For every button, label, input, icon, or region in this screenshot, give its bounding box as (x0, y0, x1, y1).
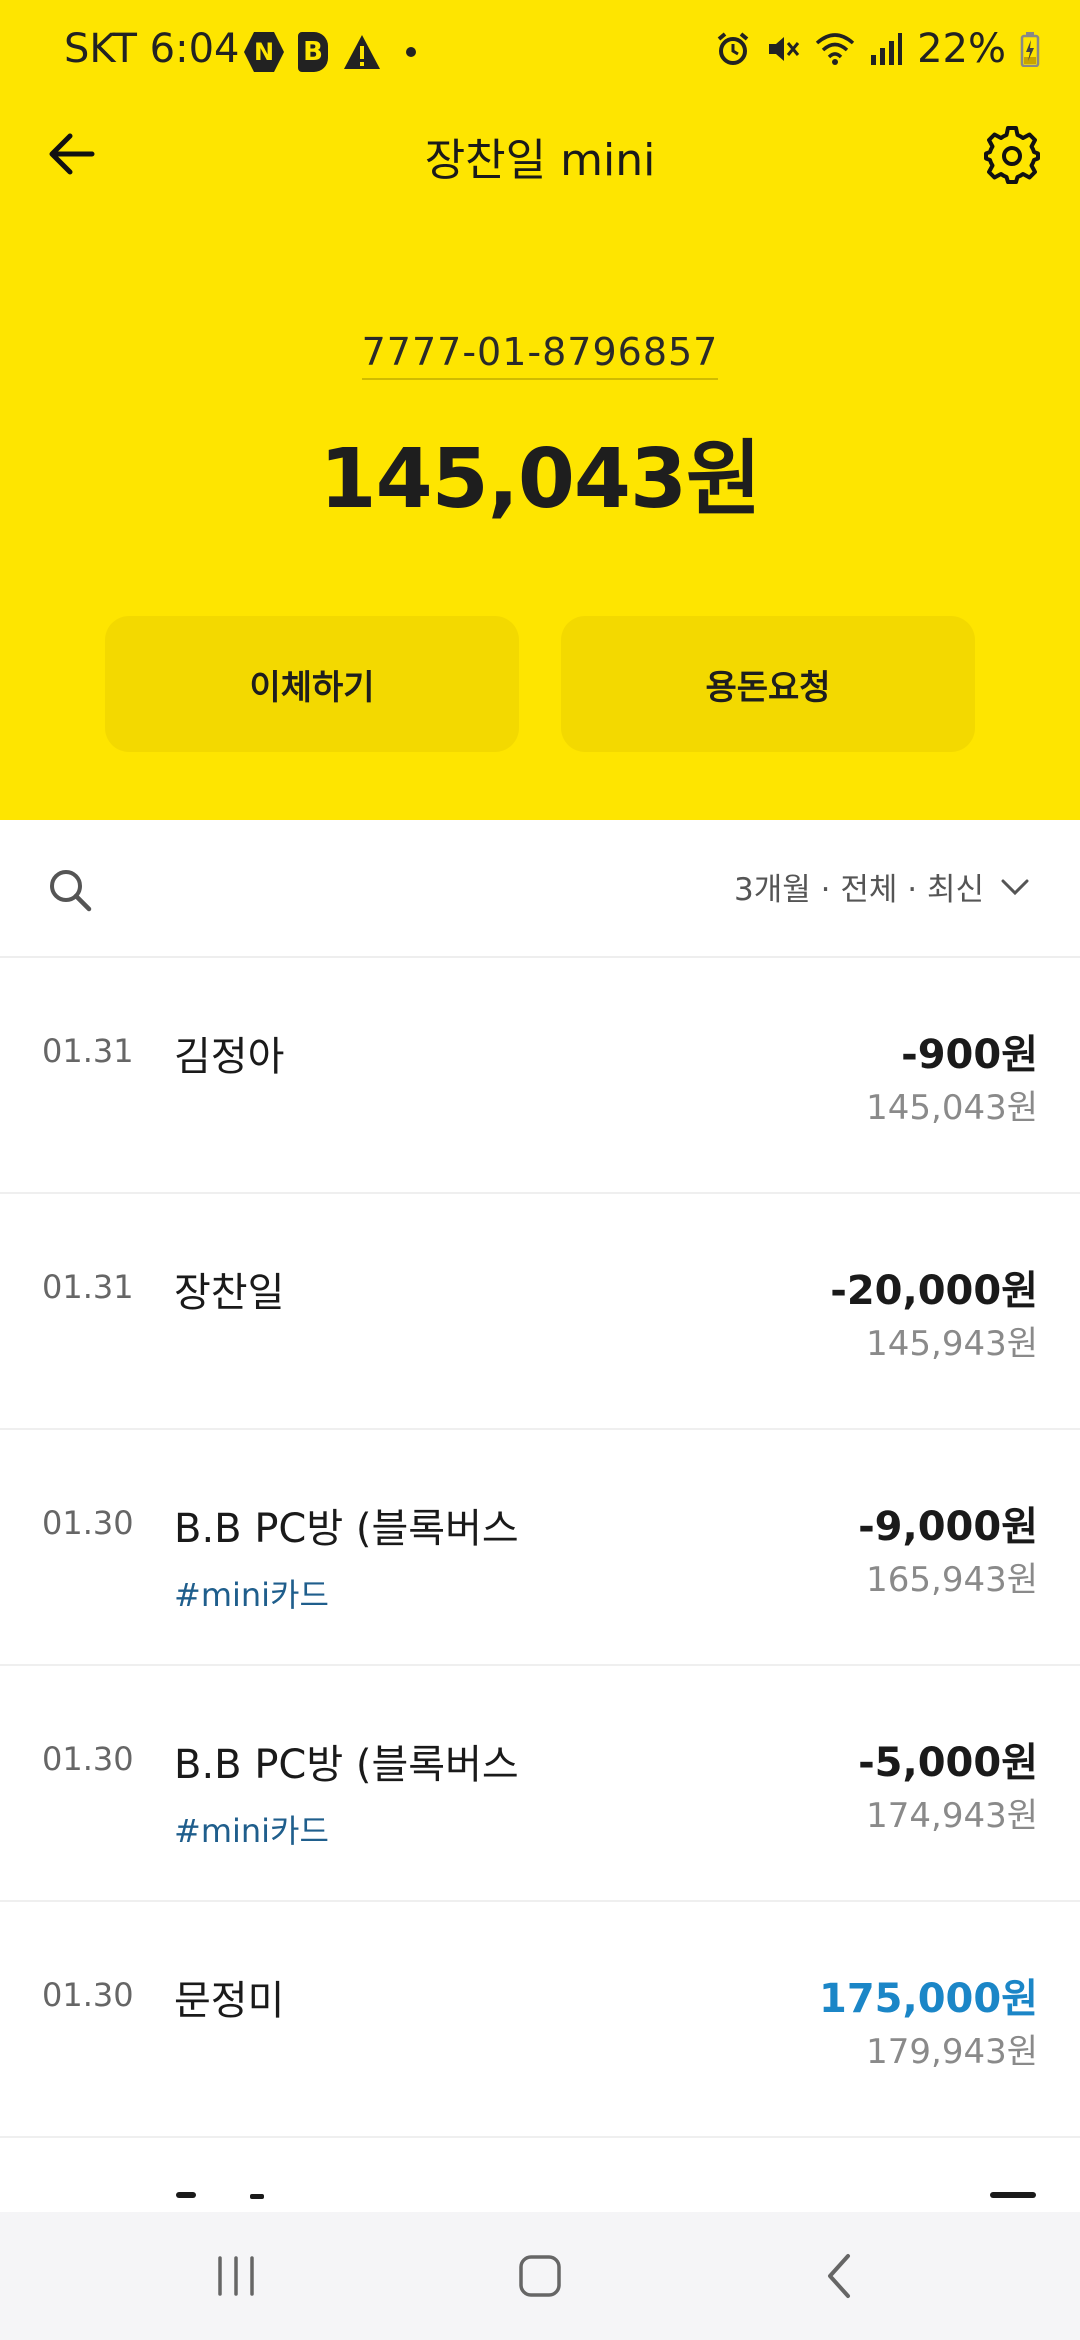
filter-dropdown[interactable]: 3개월 · 전체 · 최신 (734, 864, 1030, 909)
transaction-date: 01.31 (42, 1032, 134, 1070)
transaction-amount: 175,000원 (819, 1976, 1038, 2022)
transaction-amount: -9,000원 (858, 1504, 1038, 1550)
alarm-icon (717, 32, 749, 65)
transaction-balance: 179,943원 (866, 2032, 1038, 2072)
transaction-amount: -5,000원 (858, 1740, 1038, 1786)
transaction-balance: 165,943원 (866, 1560, 1038, 1600)
account-balance: 145,043원 (319, 432, 762, 527)
transaction-name: 김정아 (174, 1034, 285, 1080)
chevron-left-icon (828, 2254, 850, 2298)
transaction-tag: #mini카드 (174, 1576, 329, 1614)
transaction-balance: 145,943원 (866, 1324, 1038, 1364)
search-icon (50, 870, 92, 912)
allowance-request-button[interactable]: 용돈요청 (561, 616, 975, 752)
transaction-row[interactable]: 01.31 장찬일 -20,000원 145,943원 (0, 1194, 1080, 1430)
transaction-date: 01.30 (42, 1976, 134, 2014)
account-number-link[interactable]: 7777-01-8796857 (0, 330, 1080, 380)
partial-transaction-row (0, 2140, 1080, 2200)
recent-apps-button[interactable] (206, 2248, 266, 2304)
transaction-list: 01.31 김정아 -900원 145,043원 01.31 장찬일 -20,0… (0, 958, 1080, 2138)
transaction-row[interactable]: 01.30 B.B PC방 (블록버스 #mini카드 -5,000원 174,… (0, 1666, 1080, 1902)
chevron-down-icon (1001, 879, 1029, 895)
battery-percent: 22% (917, 26, 1006, 72)
account-number[interactable]: 7777-01-8796857 (361, 330, 719, 380)
status-bar: SKT 6:04 N B 22% (0, 0, 1080, 104)
transaction-date: 01.31 (42, 1268, 134, 1306)
transaction-filter-bar: 3개월 · 전체 · 최신 (0, 820, 1080, 958)
naver-notification-icon: N (244, 32, 284, 72)
app-header: 장찬일 mini (0, 104, 1080, 200)
settings-button[interactable] (976, 118, 1048, 190)
search-button[interactable] (40, 860, 100, 920)
transaction-date: 01.30 (42, 1504, 134, 1542)
warning-icon (344, 35, 380, 69)
transaction-row[interactable]: 01.30 문정미 175,000원 179,943원 (0, 1902, 1080, 2138)
transaction-tag: #mini카드 (174, 1812, 329, 1850)
transaction-balance: 145,043원 (866, 1088, 1038, 1128)
transaction-name: B.B PC방 (블록버스 (174, 1742, 519, 1788)
transaction-row[interactable]: 01.31 김정아 -900원 145,043원 (0, 958, 1080, 1194)
transaction-row[interactable]: 01.30 B.B PC방 (블록버스 #mini카드 -9,000원 165,… (0, 1430, 1080, 1666)
home-button[interactable] (508, 2246, 572, 2306)
transaction-amount: -20,000원 (830, 1268, 1038, 1314)
mute-icon (769, 37, 800, 61)
gear-icon (984, 126, 1040, 184)
recent-apps-icon (218, 2256, 254, 2296)
filter-label: 3개월 · 전체 · 최신 (734, 872, 984, 908)
partial-row-text-fragments (176, 2192, 1036, 2199)
more-notifications-dot-icon (406, 47, 416, 57)
home-icon (519, 2255, 561, 2297)
transaction-amount: -900원 (901, 1032, 1038, 1078)
transaction-name: 장찬일 (174, 1270, 285, 1316)
transaction-name: 문정미 (174, 1978, 285, 2024)
transaction-date: 01.30 (42, 1740, 134, 1778)
nav-back-button[interactable] (808, 2246, 872, 2306)
system-icons: 22% (715, 26, 1040, 72)
system-navigation-bar (0, 2212, 1080, 2340)
transaction-name: B.B PC방 (블록버스 (174, 1506, 519, 1552)
carrier-time: SKT 6:04 (64, 26, 240, 72)
transaction-balance: 174,943원 (866, 1796, 1038, 1836)
wifi-icon (815, 33, 855, 65)
signal-icon (871, 33, 903, 65)
transfer-button[interactable]: 이체하기 (105, 616, 519, 752)
page-title: 장찬일 mini (424, 135, 656, 186)
notification-icons: N B (244, 32, 416, 72)
battery-charging-icon (1020, 32, 1040, 67)
b-notification-icon: B (298, 32, 328, 72)
